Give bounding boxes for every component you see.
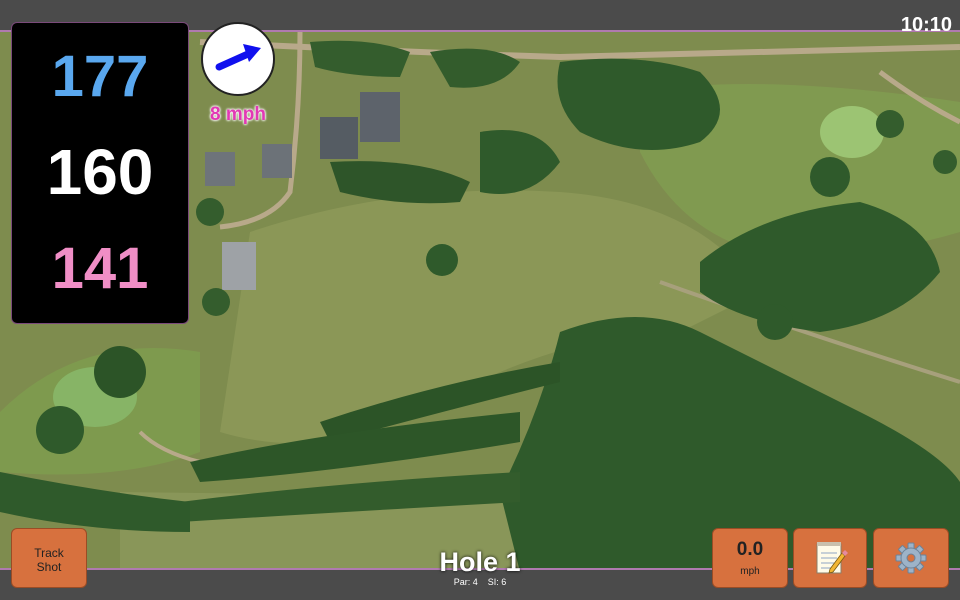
back-distance: 177 (51, 44, 149, 109)
speed-unit: mph (740, 566, 760, 577)
hole-par: Par: 4 (453, 577, 478, 587)
notepad-icon (816, 542, 848, 574)
clock: 10:10 (900, 14, 952, 36)
track-shot-label-line2: Shot (36, 560, 62, 574)
track-shot-label-line1: Track (34, 546, 64, 560)
speed-value: 0.0 (736, 539, 764, 560)
middle-distance: 160 (46, 136, 154, 208)
notes-button[interactable] (793, 528, 867, 588)
hole-stroke-index: SI: 6 (487, 577, 507, 587)
speed-button[interactable]: 0.0 mph (712, 528, 788, 588)
front-distance: 141 (51, 236, 149, 301)
gear-icon (895, 542, 927, 574)
hole-title: Hole 1 (439, 547, 521, 577)
wind-speed-label: 8 mph (210, 104, 266, 125)
settings-button[interactable] (873, 528, 949, 588)
wind-dial (201, 22, 275, 96)
hole-details: Par: 4 SI: 6 (380, 577, 580, 588)
hole-info: Hole 1 Par: 4 SI: 6 (380, 547, 580, 588)
yardage-panel: 177 160 141 (11, 22, 189, 324)
arrow-right-icon (215, 44, 261, 71)
track-shot-button[interactable]: Track Shot (11, 528, 87, 588)
